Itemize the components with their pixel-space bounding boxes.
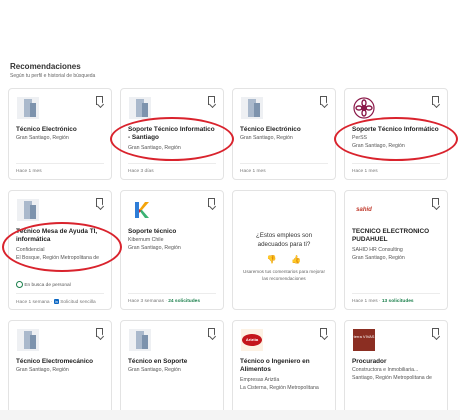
job-title[interactable]: Soporte técnico bbox=[128, 228, 218, 236]
posted-time: Hace 1 mes bbox=[16, 169, 42, 174]
posted-time: Hace 3 semanas · 24 solicitudes bbox=[128, 299, 200, 304]
kibernum-logo-icon bbox=[129, 199, 151, 221]
divider bbox=[240, 163, 328, 164]
job-location: La Cisterna, Región Metropolitana bbox=[240, 385, 319, 391]
easy-apply-icon: in bbox=[53, 299, 59, 304]
job-location: Gran Santiago, Región bbox=[128, 367, 181, 373]
ariztia-logo-icon: Ariztía bbox=[241, 329, 263, 351]
bottom-edge bbox=[0, 410, 460, 420]
hiring-check-icon bbox=[16, 281, 23, 288]
divider bbox=[16, 293, 104, 294]
job-location: Gran Santiago, Región bbox=[128, 245, 181, 251]
job-location: Gran Santiago, Región bbox=[352, 255, 405, 261]
posted-time-label: Hace 3 semanas · bbox=[128, 299, 169, 304]
feedback-card: ¿Estos empleos son adecuados para ti? 👎 … bbox=[232, 190, 336, 310]
bookmark-icon[interactable] bbox=[96, 198, 103, 207]
job-card[interactable]: Técnico Electrónico Gran Santiago, Regió… bbox=[8, 88, 112, 180]
job-location: Santiago, Región Metropolitana de bbox=[352, 375, 432, 381]
bookmark-icon[interactable] bbox=[208, 328, 215, 337]
section-subtitle: Según tu perfil e historial de búsqueda bbox=[10, 73, 96, 79]
divider bbox=[352, 293, 440, 294]
bookmark-icon[interactable] bbox=[432, 198, 439, 207]
divider bbox=[128, 163, 216, 164]
thumbs-down-icon[interactable]: 👎 bbox=[267, 255, 277, 264]
divider bbox=[128, 293, 216, 294]
feedback-question: ¿Estos empleos son adecuados para ti? bbox=[255, 232, 313, 248]
company-name: Constructora e Inmobiliaria... bbox=[352, 367, 419, 373]
company-name: Empresas Ariztía bbox=[240, 377, 280, 383]
bookmark-icon[interactable] bbox=[432, 96, 439, 105]
job-location: Gran Santiago, Región bbox=[16, 367, 69, 373]
company-logo-placeholder-icon bbox=[241, 97, 263, 119]
posted-time: Hace 3 días bbox=[128, 169, 154, 174]
posted-time-label: Hace 1 mes · bbox=[352, 299, 382, 304]
bookmark-icon[interactable] bbox=[208, 96, 215, 105]
job-title[interactable]: Procurador bbox=[352, 358, 442, 366]
top-blank-area bbox=[0, 0, 460, 62]
applicants-count: 24 solicitudes bbox=[168, 299, 200, 304]
terra-vivas-logo-icon: terra VIVAS bbox=[353, 329, 375, 351]
job-card[interactable]: Soporte técnico Kibernum Chile Gran Sant… bbox=[120, 190, 224, 310]
job-card[interactable]: Técnico Electromecánico Gran Santiago, R… bbox=[8, 320, 112, 420]
annotation-circle bbox=[2, 222, 122, 272]
easy-apply-label: Solicitud sencilla bbox=[60, 299, 96, 305]
job-location: Gran Santiago, Región bbox=[16, 135, 69, 141]
divider bbox=[16, 163, 104, 164]
posted-time: Hace 1 semana · in Solicitud sencilla bbox=[16, 299, 96, 305]
company-logo-placeholder-icon bbox=[129, 97, 151, 119]
posted-time: Hace 1 mes bbox=[352, 169, 378, 174]
annotation-circle bbox=[334, 117, 458, 161]
job-title[interactable]: Técnico Electrónico bbox=[240, 126, 330, 134]
bookmark-icon[interactable] bbox=[320, 328, 327, 337]
posted-time: Hace 1 mes · 13 solicitudes bbox=[352, 299, 414, 304]
job-title[interactable]: Técnico en Soporte bbox=[128, 358, 218, 366]
feedback-note: Usaremos tus comentarios para mejorar la… bbox=[243, 269, 325, 281]
job-title[interactable]: Técnico Electromecánico bbox=[16, 358, 106, 366]
job-card[interactable]: sahid TECNICO ELECTRONICO PUDAHUEL SAHID… bbox=[344, 190, 448, 310]
posted-time: Hace 1 mes bbox=[240, 169, 266, 174]
job-title[interactable]: Técnico o Ingeniero en Alimentos bbox=[240, 358, 330, 374]
ariztia-logo-text: Ariztía bbox=[245, 337, 259, 342]
company-name: SAHID HR Consulting bbox=[352, 247, 403, 253]
company-logo-placeholder-icon bbox=[129, 329, 151, 351]
job-location: Gran Santiago, Región bbox=[240, 135, 293, 141]
divider bbox=[352, 163, 440, 164]
job-title[interactable]: Técnico Electrónico bbox=[16, 126, 106, 134]
hiring-label: En busca de personal bbox=[24, 282, 71, 288]
job-card[interactable]: Técnico en Soporte Gran Santiago, Región bbox=[120, 320, 224, 420]
section-title: Recomendaciones bbox=[10, 62, 81, 71]
job-title[interactable]: TECNICO ELECTRONICO PUDAHUEL bbox=[352, 228, 442, 244]
sahid-logo-icon: sahid bbox=[353, 199, 375, 221]
company-name: Kibernum Chile bbox=[128, 237, 164, 243]
feedback-buttons: 👎 👍 bbox=[233, 255, 335, 264]
posted-time-label: Hace 1 semana · bbox=[16, 299, 54, 305]
applicants-count: 13 solicitudes bbox=[381, 299, 414, 304]
company-logo-placeholder-icon bbox=[17, 199, 39, 221]
bookmark-icon[interactable] bbox=[96, 328, 103, 337]
job-card[interactable]: terra VIVAS Procurador Constructora e In… bbox=[344, 320, 448, 420]
thumbs-up-icon[interactable]: 👍 bbox=[291, 255, 301, 264]
perss-logo-icon bbox=[353, 97, 375, 119]
annotation-circle bbox=[110, 117, 234, 161]
company-logo-placeholder-icon bbox=[17, 329, 39, 351]
bookmark-icon[interactable] bbox=[320, 96, 327, 105]
company-logo-placeholder-icon bbox=[17, 97, 39, 119]
bookmark-icon[interactable] bbox=[96, 96, 103, 105]
hiring-status: En busca de personal bbox=[16, 281, 71, 288]
job-card[interactable]: Ariztía Técnico o Ingeniero en Alimentos… bbox=[232, 320, 336, 420]
job-card[interactable]: Técnico Electrónico Gran Santiago, Regió… bbox=[232, 88, 336, 180]
bookmark-icon[interactable] bbox=[432, 328, 439, 337]
bookmark-icon[interactable] bbox=[208, 198, 215, 207]
